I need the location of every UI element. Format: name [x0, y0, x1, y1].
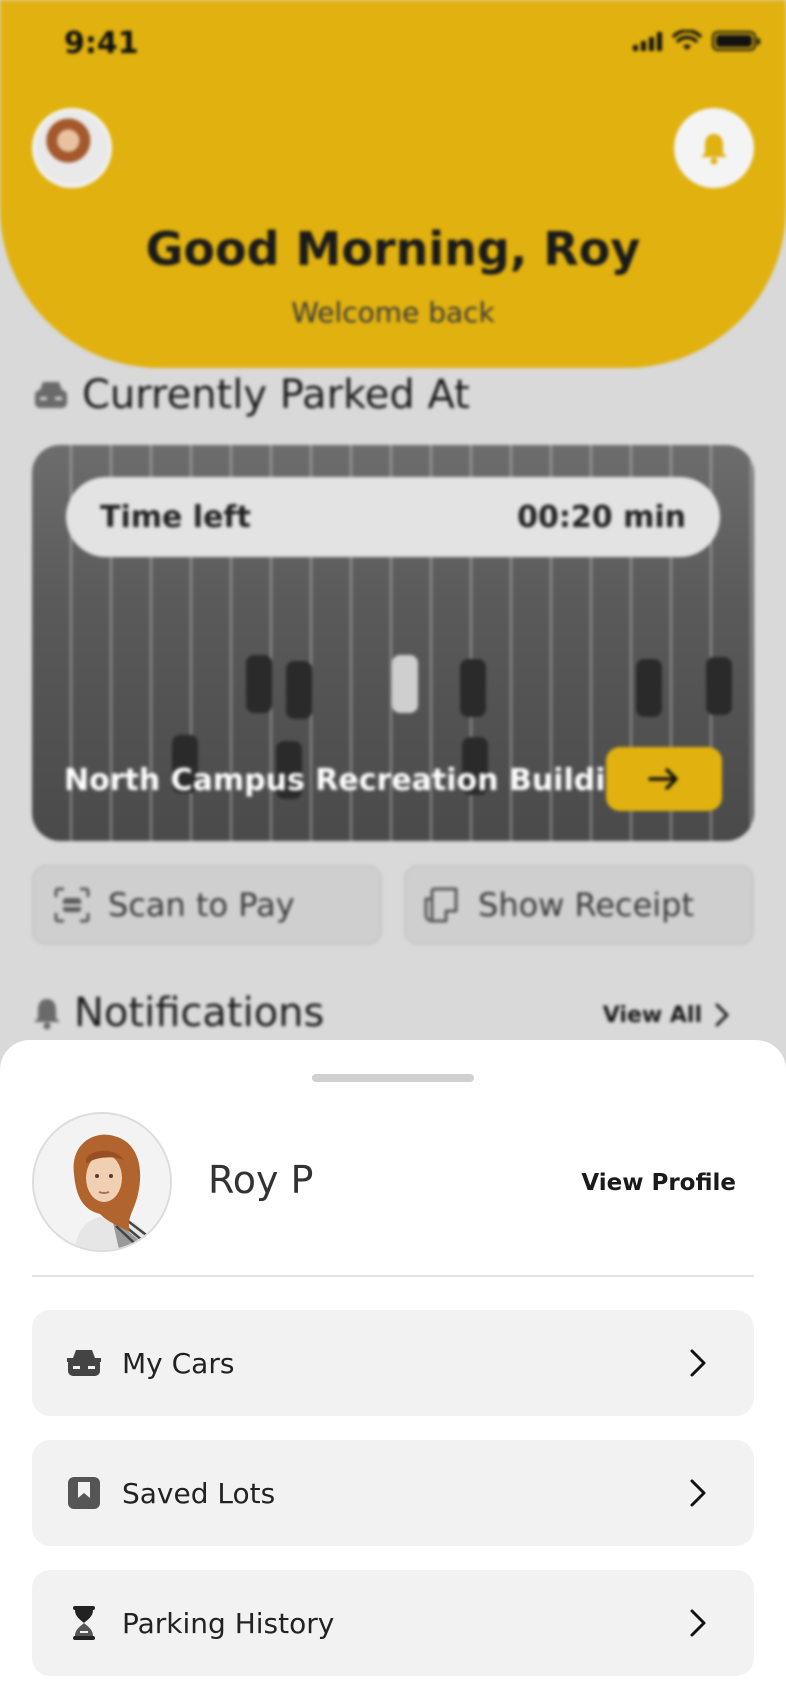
chevron-right-icon: [678, 1603, 718, 1643]
status-bar-icons: [633, 30, 760, 52]
currently-parked-title: Currently Parked At: [82, 372, 470, 418]
greeting-title: Good Morning, Roy: [145, 222, 641, 276]
time-left-label: Time left: [100, 499, 251, 535]
time-left-value: 00:20 min: [517, 499, 686, 535]
profile-divider: [32, 1275, 754, 1277]
header-avatar[interactable]: [32, 108, 112, 188]
battery-icon: [712, 31, 760, 51]
notifications-heading: Notifications: [32, 990, 324, 1036]
header-notifications-button[interactable]: [674, 108, 754, 188]
chevron-right-icon: [678, 1473, 718, 1513]
menu-item-saved-lots[interactable]: Saved Lots: [32, 1440, 754, 1546]
bell-icon: [701, 134, 727, 165]
view-profile-link[interactable]: View Profile: [581, 1170, 736, 1196]
cellular-signal-icon: [633, 31, 662, 51]
show-receipt-button[interactable]: Show Receipt: [404, 865, 754, 945]
view-all-label: View All: [602, 1002, 702, 1028]
view-all-notifications-link[interactable]: View All: [603, 1002, 730, 1028]
show-receipt-label: Show Receipt: [478, 886, 695, 924]
car-icon: [35, 382, 67, 408]
notifications-title: Notifications: [74, 990, 325, 1036]
open-parking-button[interactable]: [606, 747, 722, 811]
current-parking-card[interactable]: Time left 00:20 min North Campus Recreat…: [32, 445, 754, 841]
scan-to-pay-label: Scan to Pay: [108, 886, 295, 924]
profile-avatar[interactable]: [32, 1112, 172, 1252]
time-left-pill: Time left 00:20 min: [66, 477, 720, 557]
bell-icon: [34, 999, 60, 1030]
parking-lot-image: [32, 655, 754, 799]
profile-name: Roy P: [208, 1158, 314, 1202]
scan-icon: [54, 887, 90, 923]
menu-item-parking-history[interactable]: Parking History: [32, 1570, 754, 1676]
profile-photo: [34, 1114, 170, 1250]
menu-item-label: Saved Lots: [122, 1476, 276, 1510]
sheet-drag-handle[interactable]: [312, 1074, 474, 1082]
profile-bottom-sheet: Roy P View Profile My Cars Saved Lots Pa…: [0, 1040, 786, 1708]
wifi-icon: [672, 30, 702, 50]
menu-item-my-cars[interactable]: My Cars: [32, 1310, 754, 1416]
greeting-subtitle: Welcome back: [291, 296, 495, 329]
chevron-right-icon: [678, 1343, 718, 1383]
scan-to-pay-button[interactable]: Scan to Pay: [32, 865, 382, 945]
bookmark-icon: [64, 1473, 104, 1513]
menu-item-label: My Cars: [122, 1346, 235, 1380]
hourglass-icon: [64, 1603, 104, 1643]
currently-parked-heading: Currently Parked At: [32, 372, 470, 418]
chevron-right-icon: [715, 1003, 729, 1027]
arrow-right-icon: [648, 768, 678, 790]
home-screen-background: 9:41 Good Morning, Roy Welcome back Curr…: [0, 0, 786, 1100]
car-icon: [64, 1343, 104, 1383]
parking-lot-name: North Campus Recreation Building...: [64, 763, 683, 798]
receipt-icon: [424, 887, 458, 923]
status-bar-time: 9:41: [64, 26, 139, 61]
menu-item-label: Parking History: [122, 1606, 335, 1640]
